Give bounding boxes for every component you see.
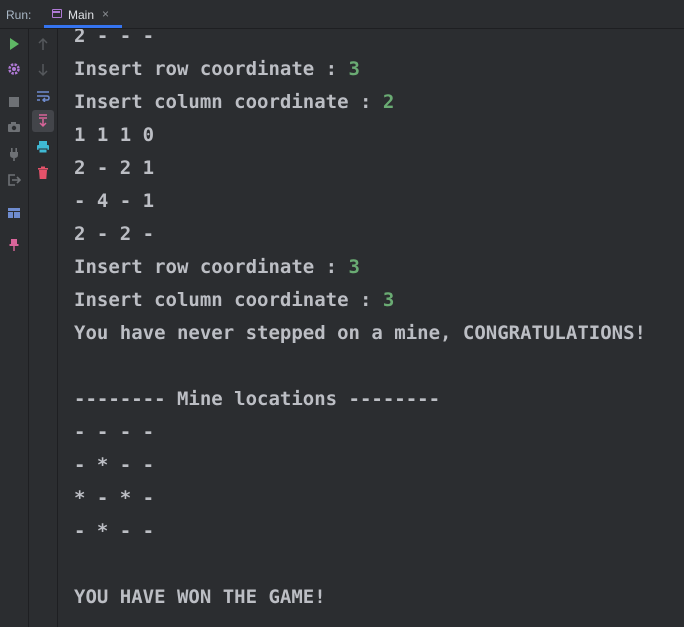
console-output[interactable]: 2 - - - Insert row coordinate : 3 Insert…	[58, 29, 684, 627]
console-line: 1 1 1 0	[74, 124, 155, 146]
console-line: Insert row coordinate : 3	[74, 58, 360, 80]
console-line: 2 - - -	[74, 29, 155, 47]
user-input-value: 2	[382, 91, 395, 113]
plug-icon[interactable]	[6, 146, 22, 162]
layout-icon[interactable]	[6, 205, 22, 221]
console-line: 2 - 2 -	[74, 223, 155, 245]
console-line: - * - -	[74, 520, 155, 542]
console-line: -------- Mine locations --------	[74, 388, 441, 410]
console-line: - * - -	[74, 454, 155, 476]
console-line: Insert column coordinate : 3	[74, 289, 395, 311]
settings-icon[interactable]	[6, 61, 22, 77]
pin-icon[interactable]	[6, 237, 22, 253]
console-line: - - - -	[74, 421, 155, 443]
tab-main[interactable]: Main ×	[44, 0, 122, 28]
soft-wrap-icon[interactable]	[35, 88, 51, 104]
stop-icon[interactable]	[6, 94, 22, 110]
run-tool-window-header: Run: Main ×	[0, 0, 684, 29]
user-input-value: 3	[348, 58, 360, 80]
tab-main-label: Main	[68, 8, 95, 22]
active-tab-indicator	[44, 25, 122, 28]
arrow-down-icon[interactable]	[35, 62, 51, 78]
run-toolbar	[0, 29, 29, 627]
console-line: - 4 - 1	[74, 190, 155, 212]
user-input-value: 3	[348, 256, 360, 278]
close-icon[interactable]: ×	[102, 7, 109, 21]
console-line: You have never stepped on a mine, CONGRA…	[74, 322, 646, 344]
console-toolbar	[29, 29, 58, 627]
console-line: 2 - 2 1	[74, 157, 155, 179]
camera-icon[interactable]	[6, 119, 22, 135]
console-line: YOU HAVE WON THE GAME!	[74, 586, 326, 608]
console-line: Insert column coordinate : 2	[74, 91, 395, 113]
run-label: Run:	[6, 8, 32, 22]
trash-icon[interactable]	[35, 165, 51, 181]
application-icon	[52, 9, 62, 18]
console-line: Insert row coordinate : 3	[74, 256, 360, 278]
scroll-to-end-icon[interactable]	[32, 110, 54, 132]
run-icon[interactable]	[6, 36, 22, 52]
exit-icon[interactable]	[6, 172, 22, 188]
arrow-up-icon[interactable]	[35, 36, 51, 52]
console-line: * - * -	[74, 487, 155, 509]
user-input-value: 3	[382, 289, 395, 311]
print-icon[interactable]	[35, 139, 51, 155]
